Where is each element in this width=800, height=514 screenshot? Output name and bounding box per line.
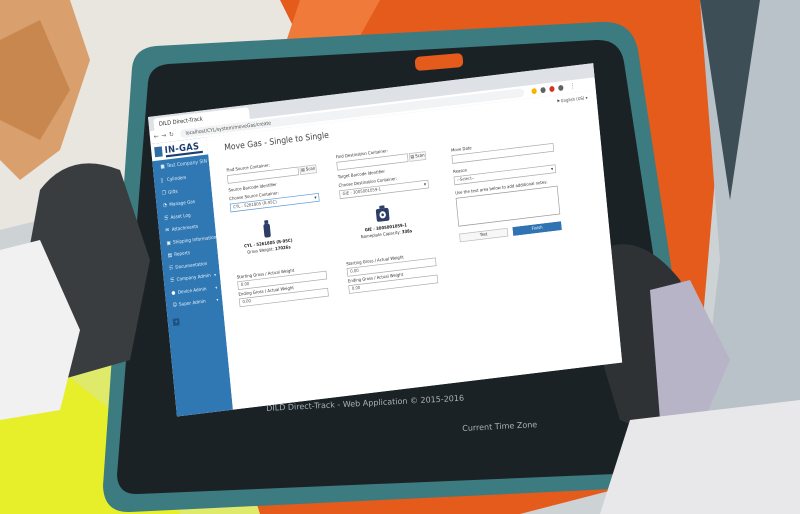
- scan-icon: ▤: [410, 154, 415, 160]
- extension-icon[interactable]: [540, 86, 546, 94]
- forward-icon[interactable]: →: [161, 131, 167, 140]
- company-name: Test Company SIN: [166, 158, 208, 169]
- reload-icon[interactable]: ↻: [169, 131, 175, 140]
- page-title: Move Gas - Single to Single: [223, 129, 330, 153]
- collapse-sidebar-icon[interactable]: ‹: [172, 318, 180, 327]
- cylinder-icon: [263, 220, 271, 238]
- sidebar-item-label: Gifts: [167, 188, 178, 195]
- test-button[interactable]: Test: [459, 227, 509, 243]
- sidebar-item-label: Cylinders: [166, 174, 187, 183]
- scan-label: Scan: [305, 166, 316, 173]
- sidebar-item-label: Asset Log: [170, 211, 191, 220]
- reason-label: Reason: [452, 167, 468, 175]
- move-date-label: Move Date: [450, 145, 472, 154]
- main-content: ⚑ English (US) ▾ Move Gas - Single to Si…: [206, 90, 623, 410]
- sidebar-item-label: Reports: [173, 249, 191, 258]
- scan-label: Scan: [415, 152, 425, 159]
- extension-icon[interactable]: [549, 85, 555, 93]
- tablet-screen: DILD Direct-Track ← → ↻ localhost/CYL/sy…: [148, 63, 623, 417]
- scan-icon: ▤: [300, 167, 305, 173]
- sidebar-item-label: Documentation: [175, 260, 208, 270]
- finish-button[interactable]: Finish: [512, 221, 562, 236]
- flag-icon: ⚑: [556, 98, 561, 105]
- sidebar-item-label: Shipping Information: [172, 233, 217, 245]
- extension-icon[interactable]: [531, 88, 537, 95]
- back-icon[interactable]: ←: [153, 132, 159, 141]
- logo-mark-icon: [154, 146, 163, 158]
- sidebar-item-label: Manage Gas: [169, 198, 196, 208]
- language-selector[interactable]: ⚑ English (US) ▾: [556, 96, 587, 105]
- sidebar-item-label: Company Admin: [176, 272, 212, 283]
- dest-scan-button[interactable]: ▤ Scan: [408, 151, 427, 162]
- sidebar-item-label: Attachments: [171, 223, 199, 233]
- sidebar-item-label: Device Admin: [177, 285, 207, 295]
- source-scan-button[interactable]: ▤ Scan: [299, 164, 317, 176]
- company-icon: ■: [160, 163, 166, 170]
- profile-icon[interactable]: [558, 84, 564, 92]
- sidebar-item-label: Super Admin: [178, 298, 206, 308]
- gas-container-icon: [375, 205, 390, 222]
- menu-icon[interactable]: ⋮: [569, 82, 576, 91]
- language-label: English (US): [561, 95, 585, 104]
